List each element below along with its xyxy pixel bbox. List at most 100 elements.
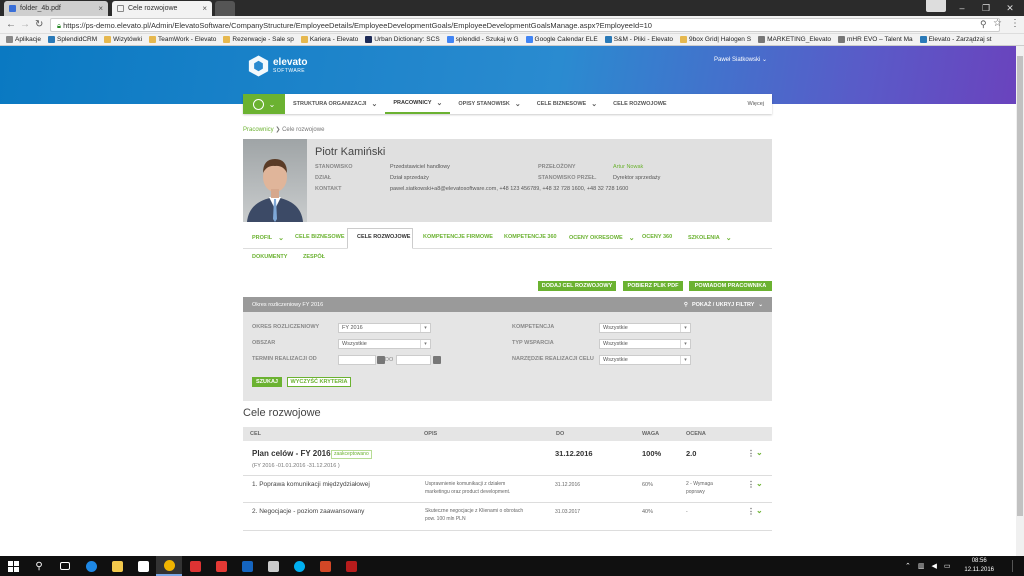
tab-item[interactable]: SZKOLENIA ⌄ <box>688 234 732 242</box>
new-tab-button[interactable] <box>215 1 235 16</box>
chevron-down-icon[interactable]: ⌄ <box>756 479 763 488</box>
tab-item[interactable]: OCENY 360 <box>642 234 672 240</box>
download-pdf-button[interactable]: POBIERZ PLIK PDF <box>623 281 683 291</box>
chevron-down-icon[interactable]: ⌄ <box>756 448 763 457</box>
nav-item[interactable]: CELE ROZWOJOWE <box>605 94 674 114</box>
goal-grade-2: poprawy <box>686 489 705 495</box>
calculator-icon[interactable] <box>260 556 286 576</box>
nav-item[interactable]: STRUKTURA ORGANIZACJI ⌄ <box>285 94 385 114</box>
more-icon[interactable]: ⋮ <box>747 480 755 489</box>
calendar-icon[interactable] <box>433 356 441 364</box>
tab-item[interactable]: CELE BIZNESOWE <box>295 234 345 240</box>
menu-icon[interactable]: ⋮ <box>1010 18 1020 29</box>
page-scrollbar[interactable] <box>1016 46 1024 556</box>
user-menu[interactable]: Paweł Siatkowski ⌄ <box>714 56 767 63</box>
tab-item[interactable]: KOMPETENCJE FIRMOWE <box>423 234 493 240</box>
competence-select[interactable]: Wszystkie ▾ <box>599 323 691 333</box>
bookmark-item[interactable]: Urban Dictionary: SCS <box>365 36 440 43</box>
nav-item[interactable]: CELE BIZNESOWE ⌄ <box>529 94 605 114</box>
keyboard-icon[interactable]: ▭ <box>944 562 951 570</box>
manager-link[interactable]: Artur Nowak <box>613 164 643 170</box>
bookmark-item[interactable]: Wizytówki <box>104 36 142 43</box>
chrome-icon[interactable] <box>156 556 182 576</box>
profile-icon[interactable] <box>926 0 946 12</box>
tab-item[interactable]: OCENY OKRESOWE ⌄ <box>569 234 635 242</box>
bookmark-item[interactable]: splendid - Szukaj w G <box>446 36 519 43</box>
network-icon[interactable]: ▥ <box>918 562 925 570</box>
search-icon[interactable]: ⚲ <box>26 556 52 576</box>
star-icon[interactable]: ☆ <box>993 18 1002 29</box>
calendar-icon[interactable] <box>377 356 385 364</box>
area-select[interactable]: Wszystkie ▾ <box>338 339 431 349</box>
close-window-icon[interactable]: ✕ <box>998 0 1022 16</box>
show-desktop-button[interactable] <box>1012 560 1020 572</box>
mail-icon[interactable] <box>208 556 234 576</box>
tab-item[interactable]: PROFIL ⌄ <box>252 234 284 242</box>
bookmark-item[interactable]: TeamWork - Elevato <box>149 36 216 43</box>
tray-chevron-up-icon[interactable]: ⌃ <box>905 562 911 570</box>
bookmark-item[interactable]: Kariera - Elevato <box>300 36 358 43</box>
bookmark-item[interactable]: Google Calendar ELE <box>525 36 598 43</box>
support-type-select[interactable]: Wszystkie ▾ <box>599 339 691 349</box>
explorer-icon[interactable] <box>104 556 130 576</box>
tab-item[interactable]: KOMPETENCJE 360 <box>504 234 557 240</box>
reload-icon[interactable]: ↻ <box>35 19 43 30</box>
volume-icon[interactable]: ◀ <box>932 562 937 570</box>
powerpoint-icon[interactable] <box>312 556 338 576</box>
bookmark-item[interactable]: SplendidCRM <box>48 36 97 43</box>
minimize-icon[interactable]: – <box>950 0 974 16</box>
more-icon[interactable]: ⋮ <box>747 449 755 458</box>
close-icon[interactable]: × <box>98 4 103 13</box>
store-icon[interactable] <box>130 556 156 576</box>
maximize-icon[interactable]: ❐ <box>974 0 998 16</box>
clock-time: 08:56 <box>971 558 987 564</box>
notify-employee-button[interactable]: POWIADOM PRACOWNIKA <box>689 281 772 291</box>
nav-item[interactable]: PRACOWNICY ⌄ <box>385 94 451 114</box>
breadcrumb-link[interactable]: Pracownicy <box>243 127 274 133</box>
bookmark-item[interactable]: Rezerwacje - Sale sp <box>223 36 294 43</box>
nav-more[interactable]: Więcej <box>739 94 772 114</box>
logo[interactable]: elevato SOFTWARE <box>248 54 307 78</box>
bookmark-item[interactable]: S&M - Pliki - Elevato <box>604 36 673 43</box>
browser-tab-active[interactable]: Cele rozwojowe × <box>112 1 212 16</box>
back-icon[interactable]: ← <box>6 19 16 30</box>
support-type-value: Wszystkie <box>603 341 628 347</box>
skype-icon[interactable] <box>286 556 312 576</box>
add-development-goal-button[interactable]: DODAJ CEL ROZWOJOWY <box>538 281 616 291</box>
deadline-from-input[interactable] <box>338 355 376 365</box>
task-view-icon[interactable] <box>52 556 78 576</box>
pdf-reader-icon[interactable] <box>338 556 364 576</box>
chevron-down-icon[interactable]: ⌄ <box>756 506 763 515</box>
tab-item[interactable]: CELE ROZWOJOWE <box>357 234 410 240</box>
toggle-filters[interactable]: ⚲ POKAŻ / UKRYJ FILTRY ⌄ <box>684 302 763 308</box>
bookmark-icon <box>446 36 454 43</box>
bookmark-item[interactable]: Elevato - Zarządzaj st <box>919 36 992 43</box>
bookmark-item[interactable]: Aplikacje <box>6 36 41 43</box>
bookmark-item[interactable]: 9box Grid| Halogen S <box>680 36 751 43</box>
more-icon[interactable]: ⋮ <box>747 507 755 516</box>
period-select[interactable]: FY 2016 ▾ <box>338 323 431 333</box>
start-button[interactable] <box>0 556 26 576</box>
search-button[interactable]: SZUKAJ <box>252 377 282 387</box>
deadline-to-input[interactable] <box>396 355 431 365</box>
browser-tab[interactable]: folder_4b.pdf × <box>4 1 108 16</box>
clock[interactable]: 08:56 12.11.2016 <box>964 557 994 575</box>
search-icon[interactable]: ⚲ <box>980 19 987 30</box>
close-icon[interactable]: × <box>202 4 207 13</box>
edge-icon[interactable] <box>78 556 104 576</box>
clear-criteria-button[interactable]: WYCZYŚĆ KRYTERIA <box>287 377 351 387</box>
forward-icon[interactable]: → <box>20 19 30 30</box>
tab-item[interactable]: DOKUMENTY <box>252 254 287 260</box>
tab-label: KOMPETENCJE FIRMOWE <box>423 234 493 240</box>
url-input[interactable]: 🔒︎ https://ps-demo.elevato.pl/Admin/Elev… <box>50 18 1000 32</box>
bookmark-item[interactable]: MARKETING_Elevato <box>758 36 831 43</box>
tool-select[interactable]: Wszystkie ▾ <box>599 355 691 365</box>
bookmark-item[interactable]: mHR EVO – Talent Ma <box>838 36 913 43</box>
chevron-down-icon: ⌄ <box>628 235 635 242</box>
nav-item[interactable]: OPISY STANOWISK ⌄ <box>450 94 528 114</box>
home-menu-button[interactable]: ⌄ <box>243 94 285 114</box>
scrollbar-thumb[interactable] <box>1017 56 1023 516</box>
outlook-icon[interactable] <box>234 556 260 576</box>
acrobat-icon[interactable] <box>182 556 208 576</box>
tab-item[interactable]: ZESPÓŁ <box>303 254 325 260</box>
